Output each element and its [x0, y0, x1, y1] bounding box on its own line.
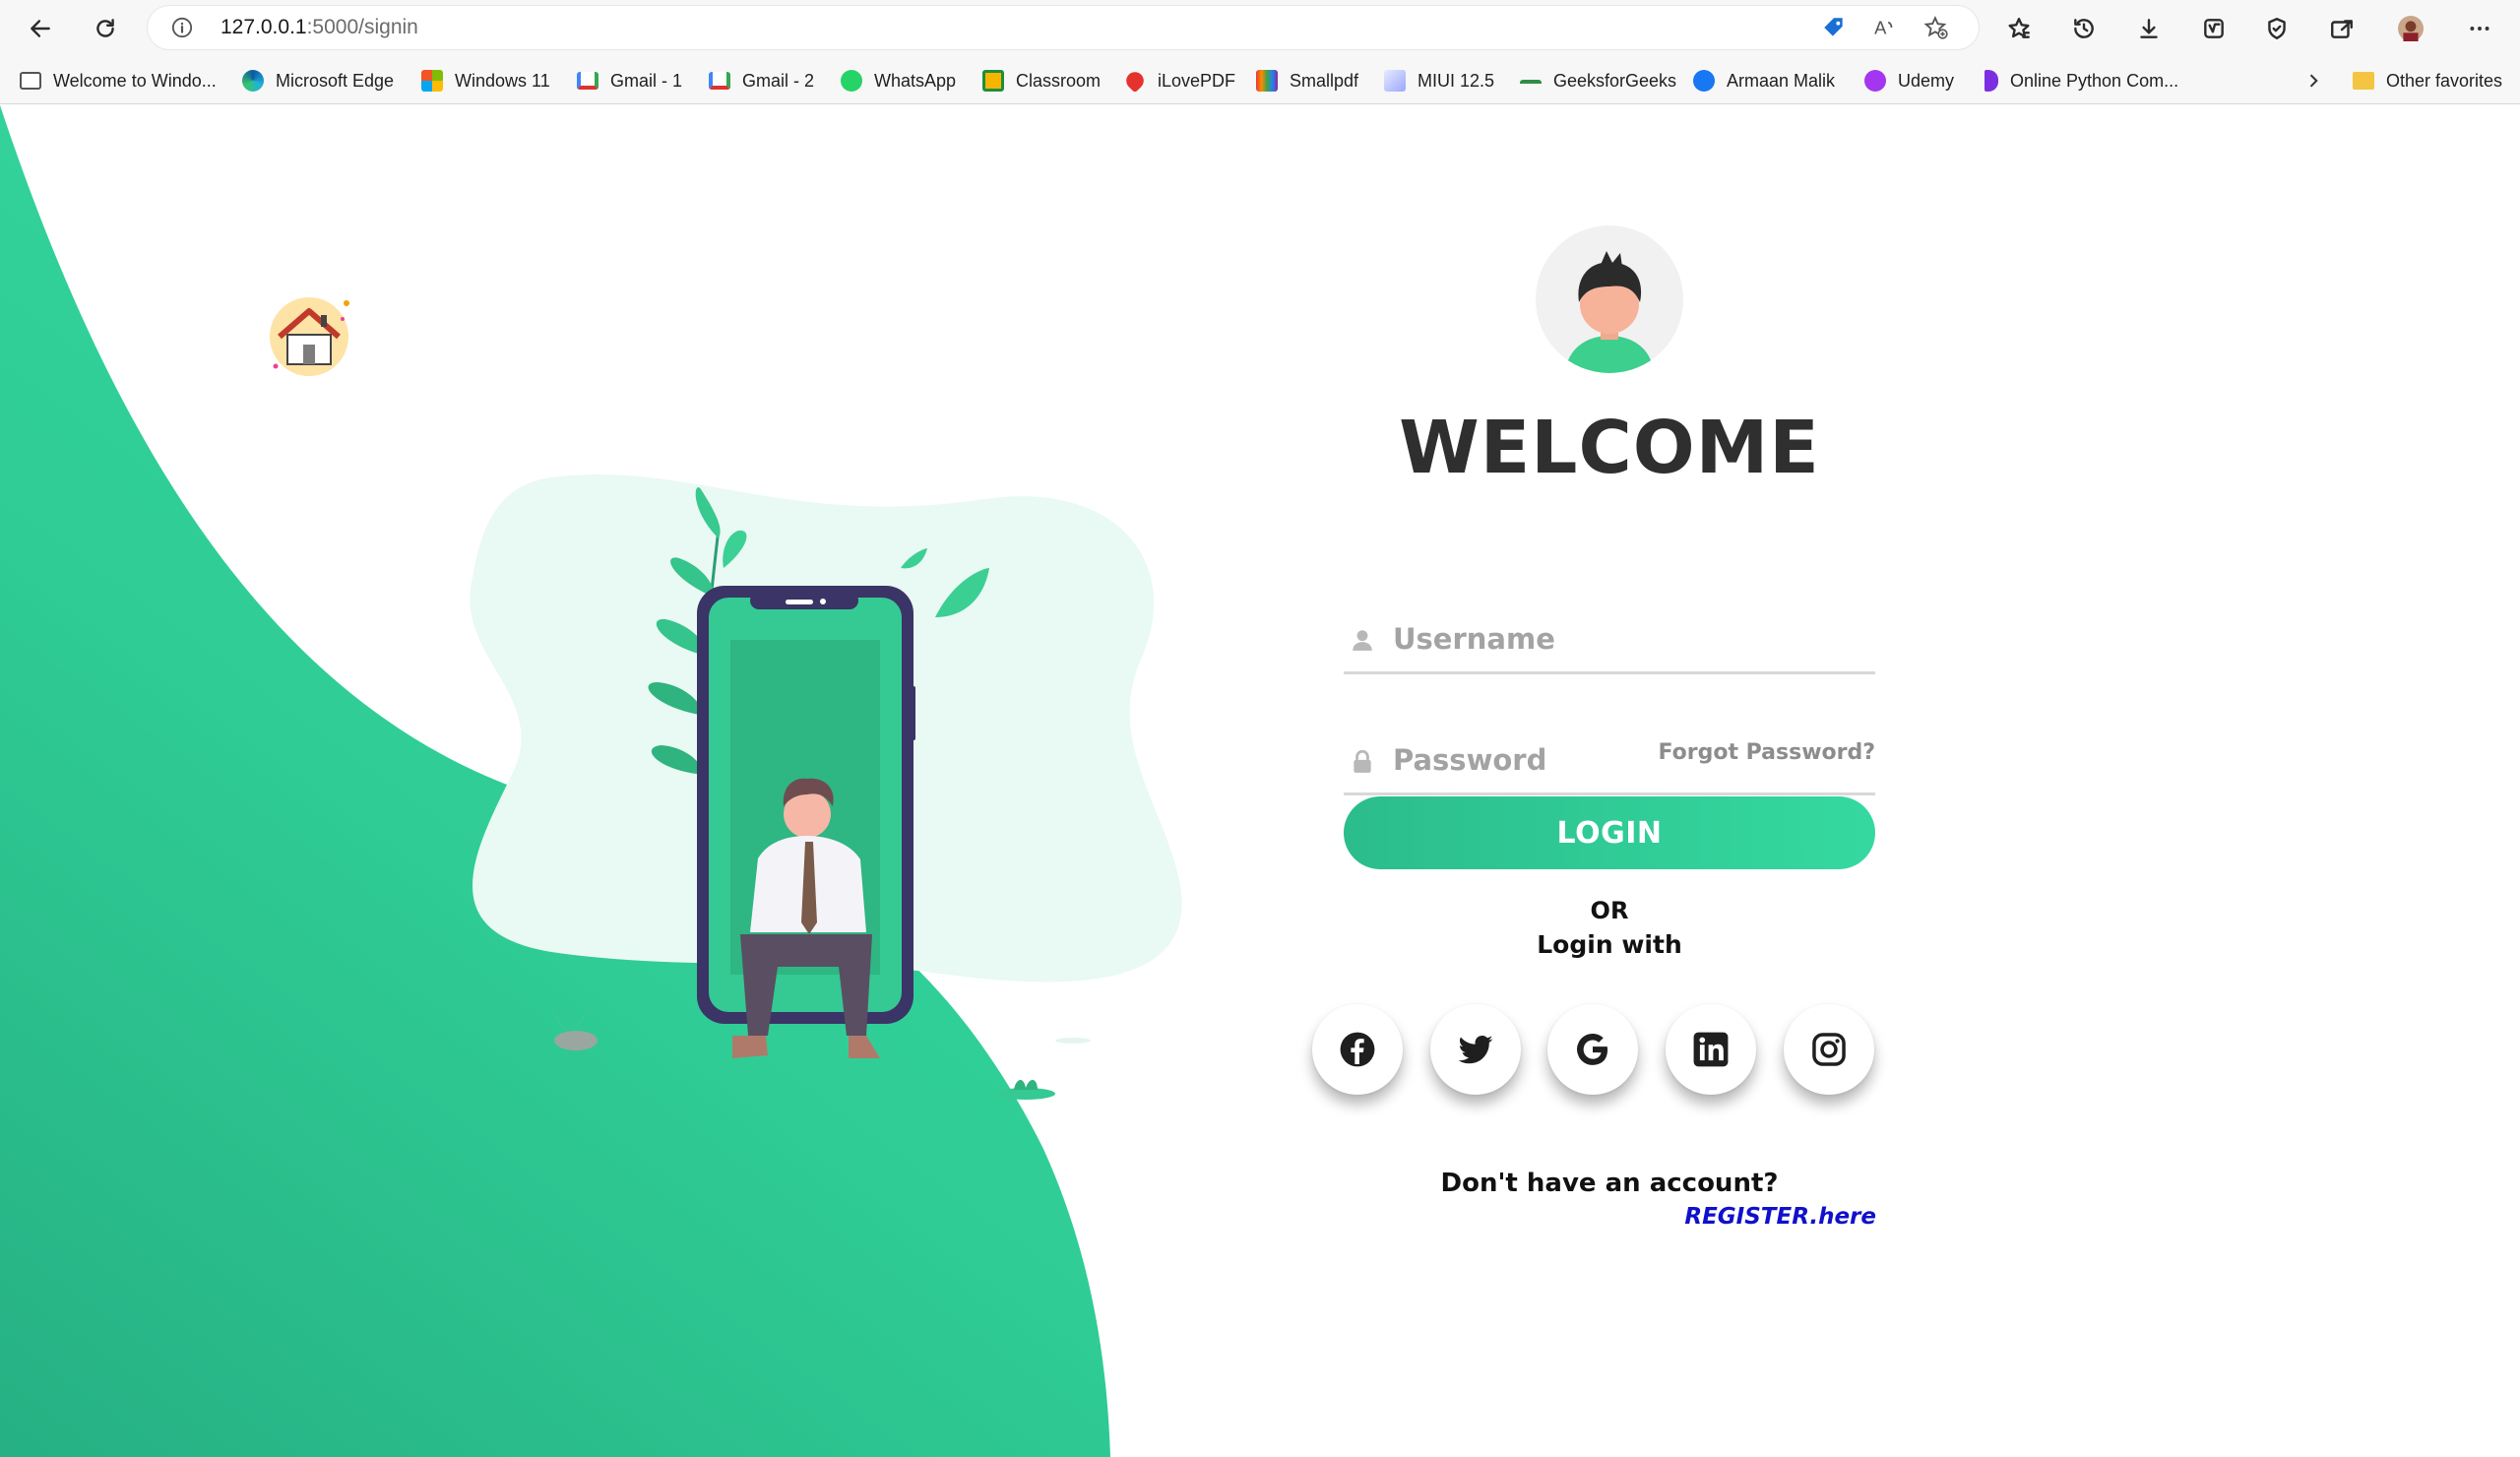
favorites-icon[interactable] [1998, 8, 2040, 49]
bookmark-gmail-2[interactable]: Gmail - 2 [709, 67, 814, 95]
avatar [1536, 225, 1683, 373]
bookmark-smallpdf[interactable]: Smallpdf [1256, 67, 1358, 95]
history-icon[interactable] [2063, 8, 2105, 49]
twitter-login-button[interactable] [1430, 1004, 1521, 1095]
gmail-icon [709, 72, 730, 90]
bookmark-armaan-malik[interactable]: Armaan Malik [1693, 67, 1835, 95]
login-with-label: Login with [1537, 930, 1682, 959]
user-icon [1353, 630, 1372, 651]
or-separator: OR [1590, 897, 1629, 924]
windows-icon [421, 70, 443, 92]
username-input[interactable] [1393, 615, 1856, 663]
instagram-login-button[interactable] [1784, 1004, 1874, 1095]
bookmark-welcome[interactable]: Welcome to Windo... [20, 67, 217, 95]
bookmark-edge[interactable]: Microsoft Edge [242, 67, 394, 95]
refresh-icon[interactable] [85, 8, 126, 49]
instagram-icon [1812, 1033, 1846, 1066]
miui-icon [1384, 70, 1406, 92]
signin-page: WELCOME Forgot Password? LOGIN OR Login … [0, 105, 2520, 1457]
downloads-icon[interactable] [2128, 8, 2170, 49]
profile-avatar[interactable] [2390, 8, 2431, 49]
gfg-icon [1520, 80, 1542, 88]
register-link[interactable]: REGISTER.here [1595, 1204, 1876, 1230]
bookmark-gmail-1[interactable]: Gmail - 1 [577, 67, 682, 95]
twitter-icon [1458, 1035, 1493, 1064]
page-icon [20, 72, 41, 90]
bookmark-online-python[interactable]: Online Python Com... [1984, 67, 2178, 95]
linkedin-login-button[interactable] [1666, 1004, 1756, 1095]
svg-text:A: A [1874, 18, 1887, 38]
classroom-icon [982, 70, 1004, 92]
facebook-icon [1693, 70, 1715, 92]
chevron-right-icon[interactable] [2303, 67, 2323, 95]
edge-icon [242, 70, 264, 92]
bookmark-windows11[interactable]: Windows 11 [421, 67, 550, 95]
bookmark-geeksforgeeks[interactable]: GeeksforGeeks [1520, 67, 1676, 95]
no-account-text: Don't have an account? [1440, 1169, 1779, 1198]
home-icon[interactable] [264, 289, 354, 380]
browser-essentials-icon[interactable] [2256, 8, 2298, 49]
smallpdf-icon [1256, 70, 1278, 92]
more-menu-icon[interactable] [2459, 8, 2500, 49]
favorites-bar: Welcome to Windo... Microsoft Edge Windo… [0, 57, 2520, 104]
address-bar[interactable]: 127.0.0.1:5000/signin A [148, 6, 1979, 49]
coupon-tag-icon[interactable] [1821, 15, 1847, 40]
login-button[interactable]: LOGIN [1344, 796, 1875, 869]
folder-icon [2353, 72, 2374, 90]
other-favorites[interactable]: Other favorites [2353, 67, 2502, 95]
google-icon [1577, 1033, 1608, 1065]
ilovepdf-icon [1122, 68, 1148, 94]
math-solver-icon[interactable] [2193, 8, 2235, 49]
url-text: 127.0.0.1:5000/signin [220, 16, 418, 38]
phone-person-illustration [470, 474, 1182, 1100]
gmail-icon [577, 72, 598, 90]
udemy-icon [1864, 70, 1886, 92]
bookmark-ilovepdf[interactable]: iLovePDF [1122, 67, 1235, 95]
bookmark-classroom[interactable]: Classroom [982, 67, 1101, 95]
lock-icon [1354, 749, 1371, 773]
facebook-login-button[interactable] [1312, 1004, 1403, 1095]
share-icon[interactable] [2321, 8, 2362, 49]
whatsapp-icon [841, 70, 862, 92]
bookmark-miui[interactable]: MIUI 12.5 [1384, 67, 1494, 95]
site-info-icon[interactable] [171, 17, 193, 38]
user-avatar-icon [1536, 225, 1683, 373]
linkedin-icon [1693, 1032, 1729, 1067]
python-icon [1984, 70, 1998, 92]
google-login-button[interactable] [1547, 1004, 1638, 1095]
add-favorite-icon[interactable] [1923, 15, 1949, 40]
read-aloud-icon[interactable]: A [1872, 15, 1898, 40]
page-title: WELCOME [1399, 406, 1820, 490]
forgot-password-link[interactable]: Forgot Password? [1575, 740, 1875, 765]
facebook-icon [1340, 1032, 1375, 1067]
bookmark-whatsapp[interactable]: WhatsApp [841, 67, 956, 95]
back-icon[interactable] [20, 8, 61, 49]
username-field [1344, 592, 1875, 674]
bookmark-udemy[interactable]: Udemy [1864, 67, 1954, 95]
browser-toolbar: 127.0.0.1:5000/signin A [0, 0, 2520, 57]
